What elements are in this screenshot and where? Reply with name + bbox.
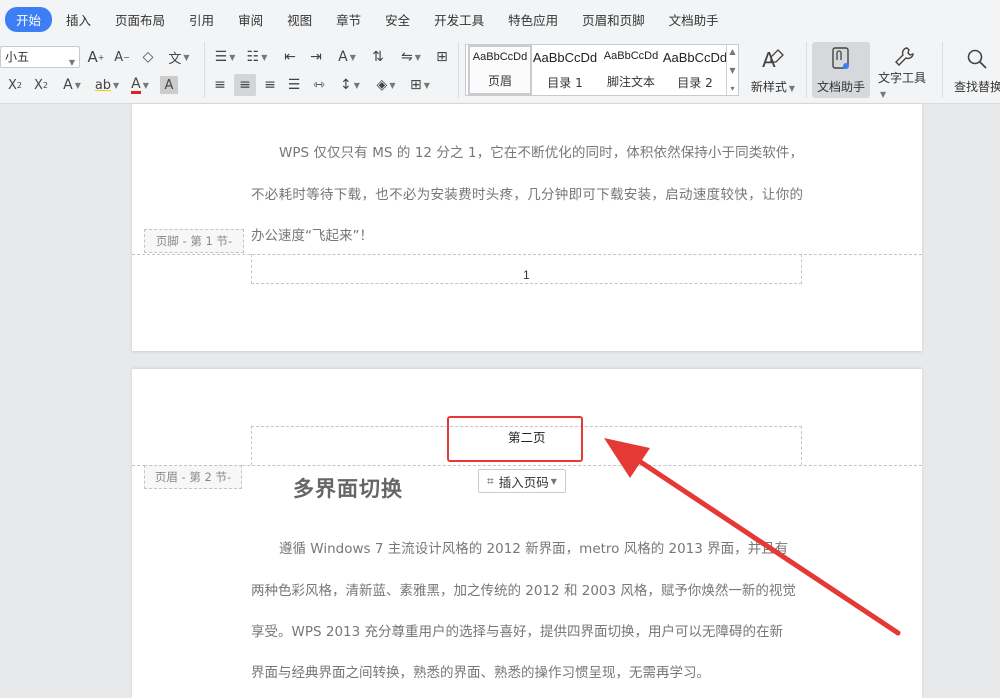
annotation-arrow [604, 438, 901, 636]
